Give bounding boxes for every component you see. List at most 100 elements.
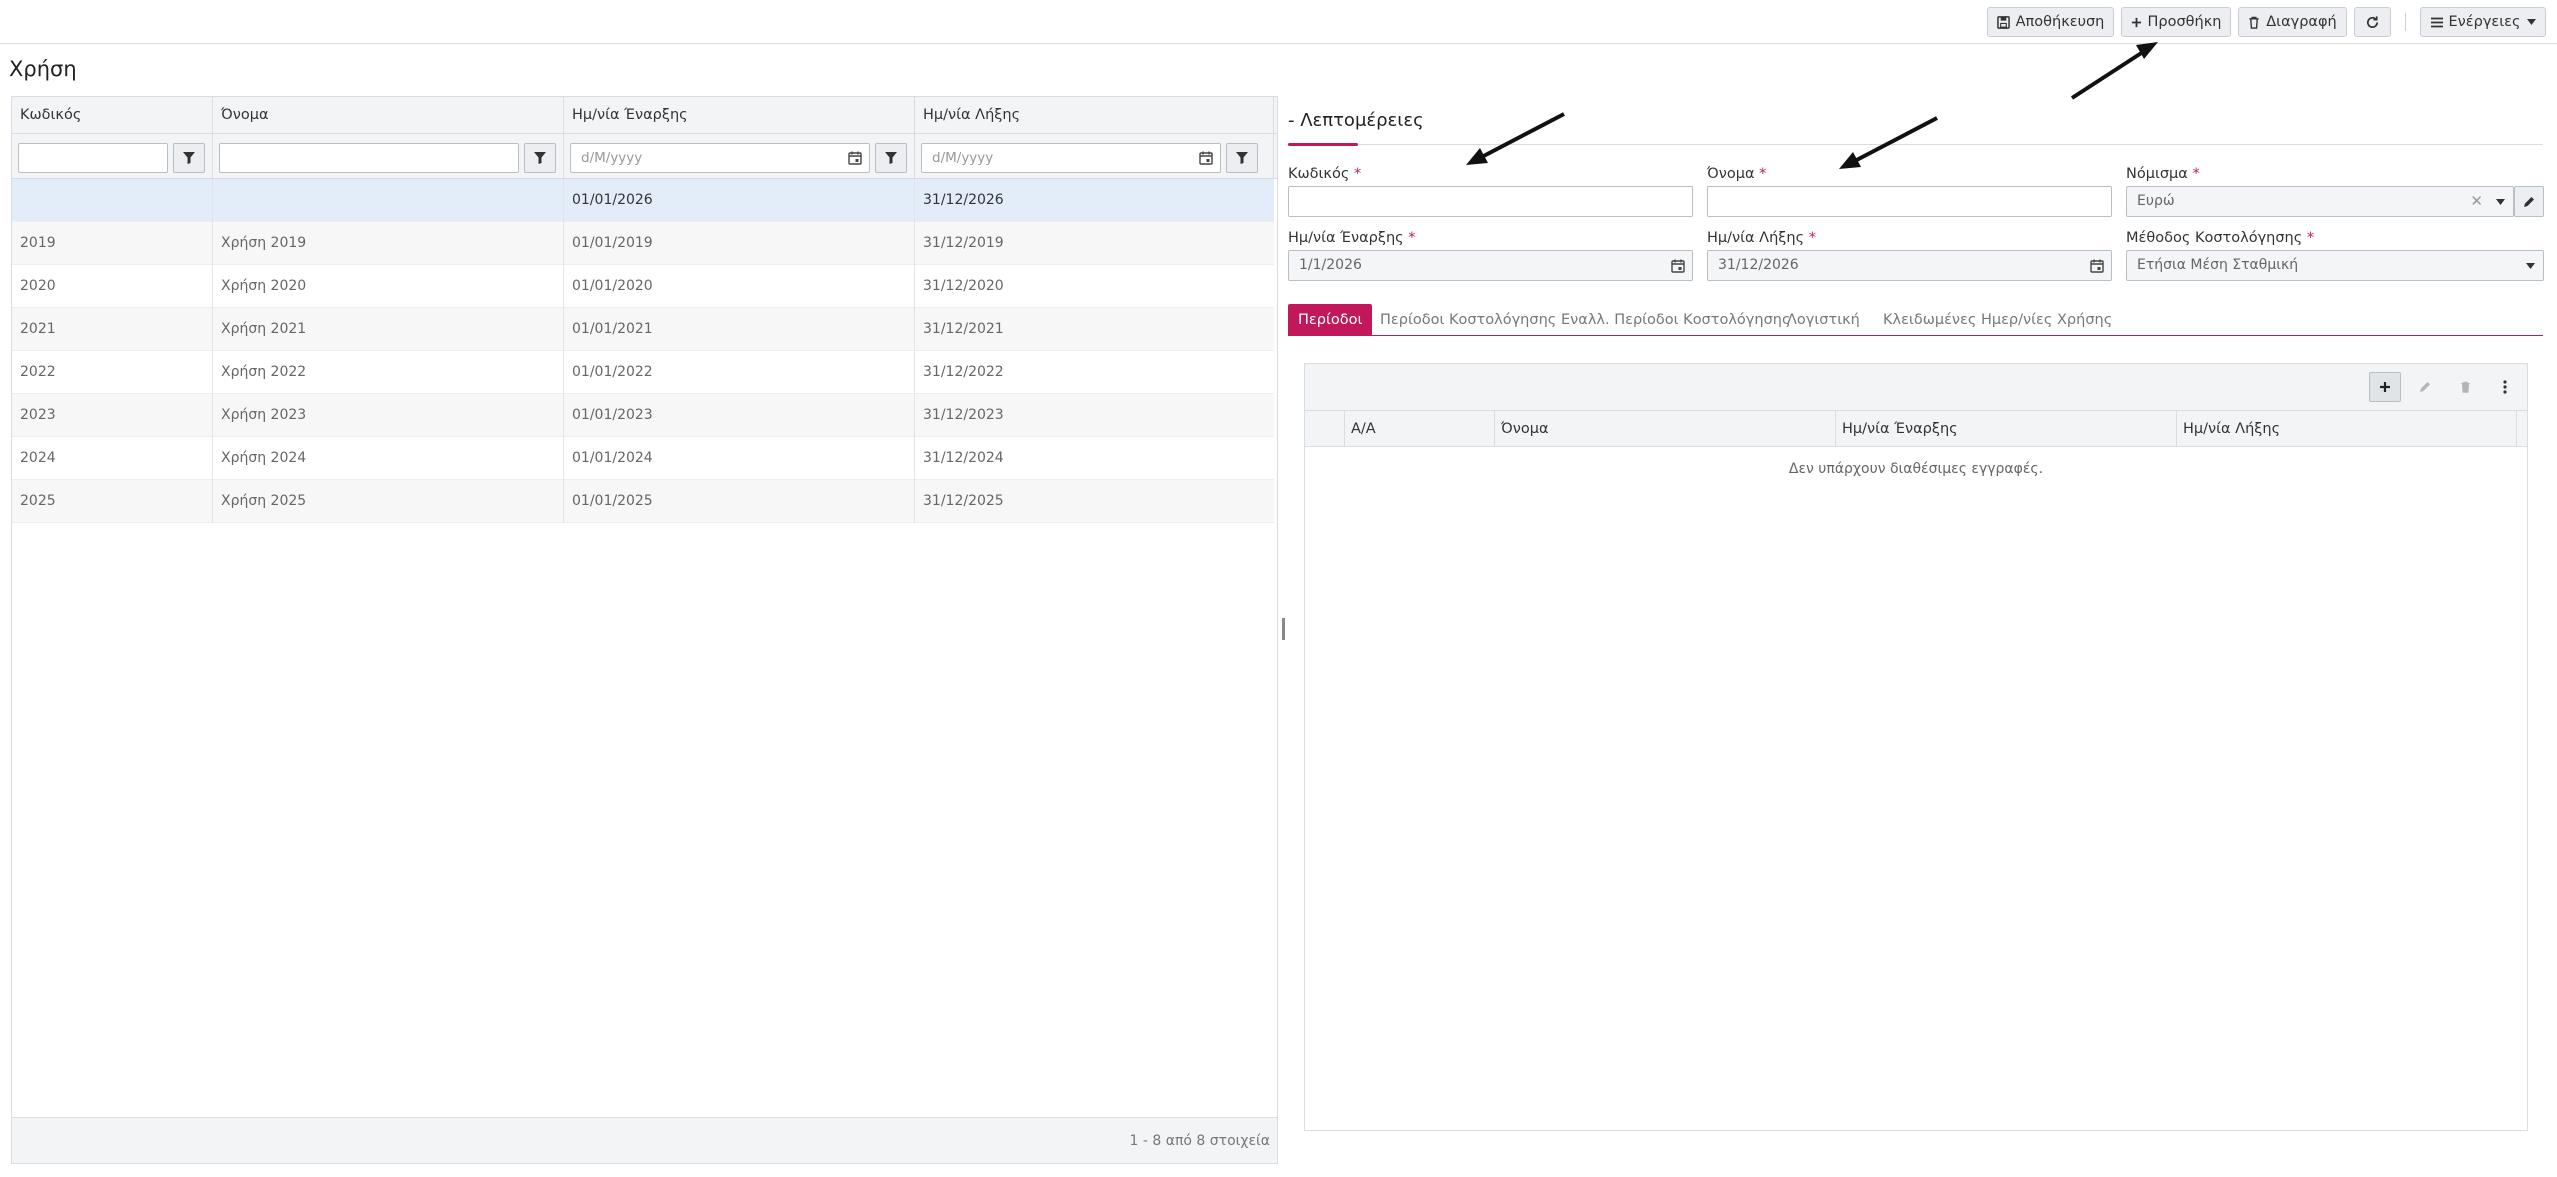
code-filter-button[interactable]: [173, 143, 205, 173]
edit-icon: [2420, 382, 2430, 392]
delete-button[interactable]: Διαγραφή: [2238, 7, 2347, 37]
arrow-annotation: [1839, 116, 1938, 169]
end-date-value: 31/12/2026: [1718, 257, 1799, 273]
cell-code: [12, 179, 213, 222]
name-field[interactable]: [1707, 186, 2112, 217]
caret-down-icon[interactable]: [2487, 187, 2513, 216]
cell-start-date: 01/01/2020: [564, 265, 915, 308]
more-options-button[interactable]: [2489, 372, 2521, 402]
tab-alt-costing-periods[interactable]: Εναλλ. Περίοδοι Κοστολόγησης: [1551, 304, 1800, 336]
name-filter-input[interactable]: [219, 143, 519, 173]
start-date-field[interactable]: 1/1/2026: [1288, 250, 1693, 281]
clear-icon[interactable]: ✕: [2470, 187, 2483, 216]
cell-start-date: 01/01/2019: [564, 222, 915, 265]
currency-value: Ευρώ: [2137, 193, 2175, 209]
cell-name: [213, 179, 564, 222]
required-mark: *: [1353, 166, 1362, 182]
start-date-filter-input[interactable]: d/M/yyyy: [570, 143, 870, 173]
add-button-label: Προσθήκη: [2147, 14, 2222, 30]
delete-period-button[interactable]: [2449, 372, 2481, 402]
cell-start-date: 01/01/2021: [564, 308, 915, 351]
table-row[interactable]: 2022 Χρήση 2022 01/01/2022 31/12/2022: [12, 351, 1274, 394]
cell-code: 2025: [12, 480, 213, 523]
table-row[interactable]: 2019 Χρήση 2019 01/01/2019 31/12/2019: [12, 222, 1274, 265]
column-header-code[interactable]: Κωδικός: [12, 97, 213, 134]
end-date-label-text: Ημ/νία Λήξης: [1707, 230, 1805, 246]
table-row[interactable]: 2021 Χρήση 2021 01/01/2021 31/12/2021: [12, 308, 1274, 351]
refresh-button[interactable]: [2354, 7, 2391, 37]
currency-edit-button[interactable]: [2514, 186, 2544, 217]
name-label-text: Όνομα: [1707, 166, 1755, 182]
table-row[interactable]: 2024 Χρήση 2024 01/01/2024 31/12/2024: [12, 437, 1274, 480]
cell-name: Χρήση 2019: [213, 222, 564, 265]
code-filter-input[interactable]: [18, 143, 168, 173]
tab-accounting[interactable]: Λογιστική: [1777, 304, 1870, 336]
arrow-annotation: [1466, 112, 1565, 165]
code-label: Κωδικός *: [1288, 166, 1361, 182]
periods-header: Α/Α Όνομα Ημ/νία Έναρξης Ημ/νία Λήξης: [1305, 411, 2527, 447]
calendar-button[interactable]: [1194, 144, 1218, 172]
end-date-field[interactable]: 31/12/2026: [1707, 250, 2112, 281]
edit-period-button[interactable]: [2409, 372, 2441, 402]
cell-name: Χρήση 2023: [213, 394, 564, 437]
calendar-icon: [848, 151, 862, 165]
grid-header: Κωδικός Όνομα Ημ/νία Έναρξης Ημ/νία Λήξη…: [12, 97, 1277, 134]
currency-label-text: Νόμισμα: [2126, 166, 2188, 182]
required-mark: *: [1808, 230, 1816, 246]
required-mark: *: [2306, 230, 2315, 246]
filter-icon: [1236, 152, 1248, 164]
panel-splitter[interactable]: [1282, 618, 1285, 640]
column-header-start-date[interactable]: Ημ/νία Έναρξης: [564, 97, 915, 134]
cell-code: 2024: [12, 437, 213, 480]
costing-method-value: Ετήσια Μέση Σταθμική: [2137, 257, 2299, 273]
empty-message: Δεν υπάρχουν διαθέσιμες εγγραφές.: [1788, 461, 2044, 477]
column-header-name[interactable]: Όνομα: [1495, 411, 1836, 447]
costing-method-label-text: Μέθοδος Κοστολόγησης: [2126, 230, 2303, 246]
table-row[interactable]: 2025 Χρήση 2025 01/01/2025 31/12/2025: [12, 480, 1274, 523]
caret-down-icon: [2526, 19, 2536, 25]
cell-end-date: 31/12/2023: [923, 407, 1004, 423]
tab-periods[interactable]: Περίοδοι: [1288, 304, 1373, 336]
cell-end-date: 31/12/2025: [923, 493, 1004, 509]
plus-icon: [2131, 17, 2141, 27]
calendar-button[interactable]: [1664, 251, 1692, 280]
add-button[interactable]: Προσθήκη: [2121, 7, 2231, 37]
calendar-icon: [2090, 259, 2104, 273]
table-row[interactable]: 2023 Χρήση 2023 01/01/2023 31/12/2023: [12, 394, 1274, 437]
calendar-button[interactable]: [2083, 251, 2111, 280]
actions-menu-button[interactable]: Ενέργειες: [2420, 7, 2546, 37]
cell-start-date: 01/01/2022: [564, 351, 915, 394]
table-row[interactable]: 01/01/2026 31/12/2026: [12, 179, 1274, 222]
calendar-button[interactable]: [843, 144, 867, 172]
start-date-filter-button[interactable]: [875, 143, 907, 173]
save-button-label: Αποθήκευση: [2015, 14, 2105, 30]
end-date-filter-input[interactable]: d/M/yyyy: [921, 143, 1221, 173]
title-accent-bar: [1288, 143, 1358, 146]
tab-locked-dates[interactable]: Κλειδωμένες Ημερ/νίες Χρήσης: [1873, 304, 2122, 336]
name-filter-button[interactable]: [524, 143, 556, 173]
column-header-name[interactable]: Όνομα: [213, 97, 564, 134]
cell-name: Χρήση 2025: [213, 480, 564, 523]
costing-method-select[interactable]: Ετήσια Μέση Σταθμική: [2126, 250, 2544, 281]
column-header-end-date[interactable]: Ημ/νία Λήξης: [2177, 411, 2517, 447]
more-vertical-icon: [2503, 380, 2507, 394]
code-field[interactable]: [1288, 186, 1693, 217]
filter-icon: [183, 152, 195, 164]
column-header-index[interactable]: Α/Α: [1345, 411, 1495, 447]
trash-icon: [2460, 381, 2470, 393]
currency-select[interactable]: Ευρώ ✕: [2126, 186, 2514, 217]
tab-costing-periods[interactable]: Περίοδοι Κοστολόγησης: [1370, 304, 1566, 336]
pager-info: 1 - 8 από 8 στοιχεία: [1129, 1133, 1270, 1149]
column-header-end-date[interactable]: Ημ/νία Λήξης: [915, 97, 1274, 134]
save-button[interactable]: Αποθήκευση: [1987, 7, 2114, 37]
add-period-button[interactable]: [2369, 372, 2401, 402]
table-row[interactable]: 2020 Χρήση 2020 01/01/2020 31/12/2020: [12, 265, 1274, 308]
cell-start-date: 01/01/2026: [564, 179, 915, 222]
cell-code: 2021: [12, 308, 213, 351]
column-header-start-date[interactable]: Ημ/νία Έναρξης: [1836, 411, 2177, 447]
arrow-annotation: [2070, 42, 2158, 100]
end-date-filter-button[interactable]: [1226, 143, 1258, 173]
caret-down-icon[interactable]: [2517, 251, 2543, 280]
cell-code: 2019: [12, 222, 213, 265]
code-label-text: Κωδικός: [1288, 166, 1350, 182]
